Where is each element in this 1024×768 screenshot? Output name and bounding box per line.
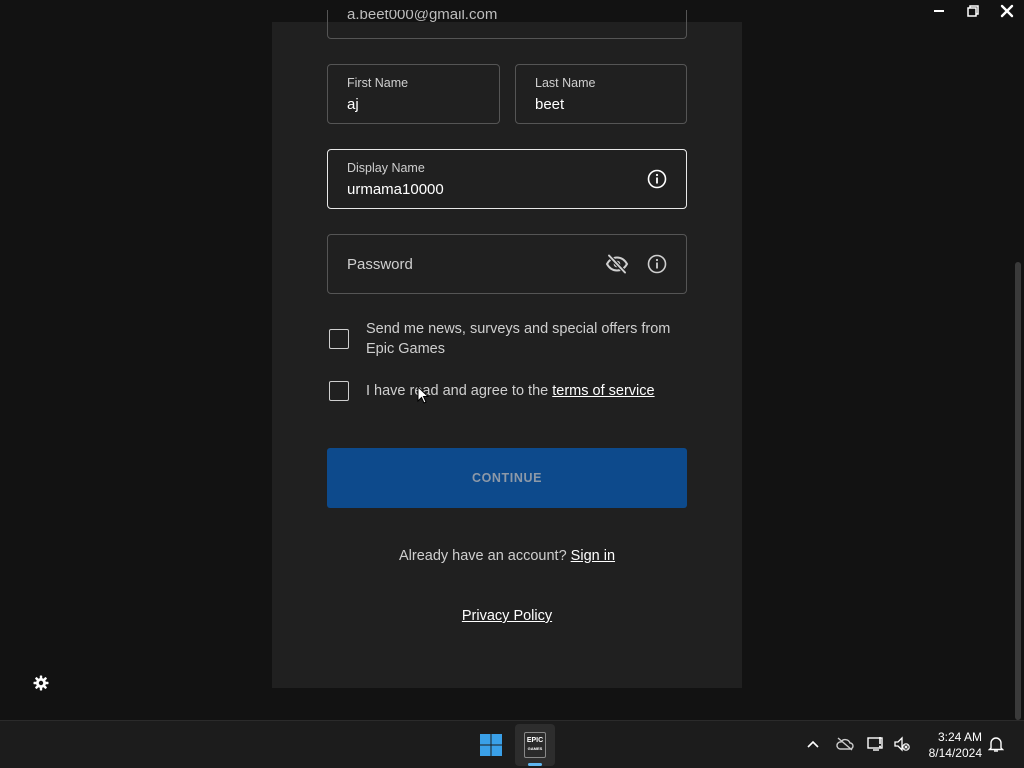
minimize-button[interactable] bbox=[922, 0, 956, 22]
first-name-label: First Name bbox=[347, 76, 409, 90]
toggle-password-visibility-button[interactable] bbox=[605, 252, 629, 276]
password-placeholder: Password bbox=[347, 256, 413, 273]
settings-button[interactable] bbox=[33, 675, 49, 691]
display-name-field[interactable]: Display Name urmama10000 bbox=[327, 149, 687, 209]
news-checkbox[interactable] bbox=[329, 329, 349, 349]
sign-in-prompt: Already have an account? Sign in bbox=[272, 548, 742, 564]
clock-time: 3:24 AM bbox=[937, 730, 982, 744]
active-app-indicator bbox=[528, 763, 542, 766]
close-button[interactable] bbox=[990, 0, 1024, 22]
network-tray-icon[interactable] bbox=[867, 735, 885, 753]
email-value: a.beet000@gmail.com bbox=[347, 10, 498, 23]
epic-games-taskbar-button[interactable]: EPIC GAMES bbox=[515, 724, 555, 766]
gear-icon bbox=[33, 675, 49, 691]
continue-button[interactable]: CONTINUE bbox=[327, 448, 687, 508]
epic-games-launcher-window: a.beet000@gmail.com First Name aj Last N… bbox=[0, 0, 1024, 720]
info-icon bbox=[647, 254, 667, 274]
terms-checkbox-label: I have read and agree to the terms of se… bbox=[366, 381, 655, 401]
bell-icon bbox=[988, 737, 1004, 752]
restore-icon bbox=[967, 5, 979, 17]
first-name-field[interactable]: First Name aj bbox=[327, 64, 500, 124]
privacy-policy-row: Privacy Policy bbox=[272, 608, 742, 624]
password-info-button[interactable] bbox=[645, 252, 669, 276]
epic-logo-line1: EPIC bbox=[526, 737, 544, 744]
windows-logo-icon bbox=[480, 734, 502, 756]
password-field[interactable]: Password bbox=[327, 234, 687, 294]
last-name-label: Last Name bbox=[535, 76, 596, 90]
terms-checkbox[interactable] bbox=[329, 381, 349, 401]
news-checkbox-label: Send me news, surveys and special offers… bbox=[366, 321, 671, 357]
clock-date: 8/14/2024 bbox=[928, 746, 982, 760]
network-disconnected-icon bbox=[867, 737, 883, 751]
eye-off-icon bbox=[605, 254, 629, 274]
already-text: Already have an account? bbox=[398, 548, 571, 564]
system-clock[interactable]: 3:24 AM 8/14/2024 bbox=[929, 729, 982, 761]
minimize-icon bbox=[934, 10, 944, 12]
epic-games-logo-icon: EPIC GAMES bbox=[524, 732, 546, 758]
privacy-policy-link[interactable]: Privacy Policy bbox=[462, 608, 552, 624]
display-name-info-button[interactable] bbox=[645, 167, 669, 191]
start-button[interactable] bbox=[472, 725, 510, 765]
show-hidden-icons-button[interactable] bbox=[804, 735, 822, 753]
close-icon bbox=[1000, 4, 1014, 18]
last-name-value: beet bbox=[535, 96, 565, 113]
mouse-cursor-icon bbox=[417, 386, 429, 404]
page-scrollbar[interactable] bbox=[1014, 262, 1022, 720]
speaker-muted-icon bbox=[894, 736, 910, 752]
first-name-value: aj bbox=[347, 96, 359, 113]
sign-in-link[interactable]: Sign in bbox=[571, 548, 615, 564]
email-field[interactable]: a.beet000@gmail.com bbox=[327, 10, 687, 39]
window-controls bbox=[922, 0, 1024, 22]
last-name-field[interactable]: Last Name beet bbox=[515, 64, 687, 124]
windows-taskbar: EPIC GAMES 3:24 AM 8/14/2024 bbox=[0, 720, 1024, 768]
onedrive-tray-icon[interactable] bbox=[836, 735, 854, 753]
display-name-value: urmama10000 bbox=[347, 181, 444, 198]
notifications-button[interactable] bbox=[987, 735, 1005, 753]
chevron-up-icon bbox=[807, 740, 819, 748]
info-icon bbox=[647, 169, 667, 189]
cloud-offline-icon bbox=[836, 737, 854, 751]
epic-logo-line2: GAMES bbox=[527, 746, 543, 751]
terms-text: I have read and agree to the bbox=[366, 383, 553, 399]
terms-of-service-link[interactable]: terms of service bbox=[552, 383, 654, 399]
volume-tray-icon[interactable] bbox=[893, 735, 911, 753]
restore-button[interactable] bbox=[956, 0, 990, 22]
display-name-label: Display Name bbox=[347, 161, 425, 175]
scrollbar-thumb[interactable] bbox=[1015, 262, 1021, 720]
